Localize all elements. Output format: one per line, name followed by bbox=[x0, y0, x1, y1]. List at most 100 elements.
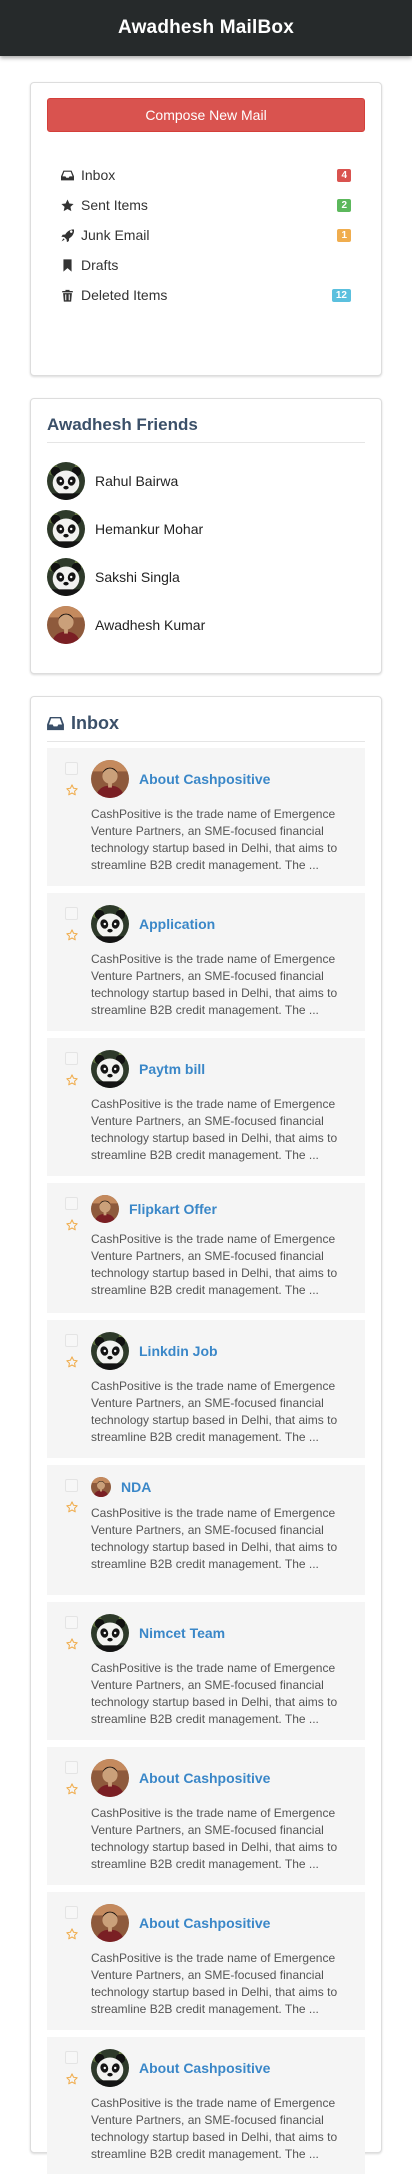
avatar bbox=[47, 462, 85, 500]
star-icon bbox=[61, 198, 81, 212]
count-badge: 1 bbox=[337, 229, 351, 242]
friend-item[interactable]: Rahul Bairwa bbox=[47, 457, 365, 505]
count-badge: 4 bbox=[337, 169, 351, 182]
mail-item[interactable]: About Cashpositive CashPositive is the tr… bbox=[47, 1747, 365, 1885]
friend-item[interactable]: Awadhesh Kumar bbox=[47, 601, 365, 649]
mail-preview: CashPositive is the trade name of Emerge… bbox=[91, 807, 338, 872]
mail-preview: CashPositive is the trade name of Emerge… bbox=[91, 1379, 338, 1444]
mail-subject[interactable]: NDA bbox=[121, 1479, 151, 1495]
mail-header: About Cashpositive bbox=[91, 1759, 341, 1797]
sender-avatar bbox=[91, 905, 129, 943]
sender-avatar bbox=[91, 1614, 129, 1652]
mail-checkbox[interactable] bbox=[65, 1761, 78, 1774]
mail-checkbox[interactable] bbox=[65, 1616, 78, 1629]
mail-preview: CashPositive is the trade name of Emerge… bbox=[91, 1232, 338, 1297]
mail-item[interactable]: NDA CashPositive is the trade name of Eme… bbox=[47, 1465, 365, 1595]
mail-preview: CashPositive is the trade name of Emerge… bbox=[91, 1661, 338, 1726]
sender-avatar bbox=[91, 1904, 129, 1942]
mail-header: Nimcet Team bbox=[91, 1614, 341, 1652]
folder-label: Inbox bbox=[81, 167, 116, 183]
mail-subject[interactable]: Linkdin Job bbox=[139, 1343, 218, 1359]
app-title: Awadhesh MailBox bbox=[118, 17, 294, 38]
mail-checkbox[interactable] bbox=[65, 1906, 78, 1919]
mail-subject[interactable]: About Cashpositive bbox=[139, 1770, 270, 1786]
friends-list: Rahul Bairwa Hemankur Mohar Sakshi Singla A… bbox=[47, 457, 365, 649]
mail-menu-panel: Compose New Mail Inbox 4 Sent Items 2 Junk E… bbox=[30, 82, 382, 376]
sender-avatar bbox=[91, 1759, 129, 1797]
mail-preview: CashPositive is the trade name of Emerge… bbox=[91, 1951, 338, 2016]
star-icon[interactable] bbox=[66, 1356, 78, 1368]
folder-item-sent-items[interactable]: Sent Items 2 bbox=[47, 190, 365, 220]
friends-title: Awadhesh Friends bbox=[47, 415, 365, 443]
sender-avatar bbox=[91, 2049, 129, 2087]
inbox-icon bbox=[61, 169, 81, 182]
mail-item[interactable]: Nimcet Team CashPositive is the trade nam… bbox=[47, 1602, 365, 1740]
rocket-icon bbox=[61, 228, 81, 242]
mail-item[interactable]: About Cashpositive CashPositive is the tr… bbox=[47, 748, 365, 886]
mail-item[interactable]: Application CashPositive is the trade nam… bbox=[47, 893, 365, 1031]
folder-label: Drafts bbox=[81, 257, 119, 273]
mail-header: Paytm bill bbox=[91, 1050, 341, 1088]
star-icon[interactable] bbox=[66, 1783, 78, 1795]
mail-subject[interactable]: Application bbox=[139, 916, 215, 932]
inbox-heading: Inbox bbox=[47, 713, 365, 742]
folder-label: Junk Email bbox=[81, 227, 150, 243]
star-icon[interactable] bbox=[66, 2073, 78, 2085]
star-icon[interactable] bbox=[66, 1928, 78, 1940]
mail-checkbox[interactable] bbox=[65, 1334, 78, 1347]
friend-item[interactable]: Hemankur Mohar bbox=[47, 505, 365, 553]
folder-label: Sent Items bbox=[81, 197, 148, 213]
star-icon[interactable] bbox=[66, 929, 78, 941]
mail-subject[interactable]: About Cashpositive bbox=[139, 1915, 270, 1931]
mail-item[interactable]: Flipkart Offer CashPositive is the trade … bbox=[47, 1183, 365, 1313]
sender-avatar bbox=[91, 1050, 129, 1088]
mail-item[interactable]: Linkdin Job CashPositive is the trade nam… bbox=[47, 1320, 365, 1458]
mail-item[interactable]: About Cashpositive CashPositive is the tr… bbox=[47, 2037, 365, 2174]
mail-checkbox[interactable] bbox=[65, 907, 78, 920]
friends-panel: Awadhesh Friends Rahul Bairwa Hemankur Mo… bbox=[30, 398, 382, 674]
mail-item[interactable]: Paytm bill CashPositive is the trade name… bbox=[47, 1038, 365, 1176]
mail-subject[interactable]: About Cashpositive bbox=[139, 2060, 270, 2076]
folder-list: Inbox 4 Sent Items 2 Junk Email 1 Drafts Delete… bbox=[47, 160, 365, 310]
mail-subject[interactable]: About Cashpositive bbox=[139, 771, 270, 787]
mail-checkbox[interactable] bbox=[65, 1052, 78, 1065]
mail-header: Application bbox=[91, 905, 341, 943]
mail-checkbox[interactable] bbox=[65, 2051, 78, 2064]
compose-button[interactable]: Compose New Mail bbox=[47, 98, 365, 132]
mail-subject[interactable]: Nimcet Team bbox=[139, 1625, 225, 1641]
star-icon[interactable] bbox=[66, 784, 78, 796]
folder-item-inbox[interactable]: Inbox 4 bbox=[47, 160, 365, 190]
sender-avatar bbox=[91, 1332, 129, 1370]
mail-preview: CashPositive is the trade name of Emerge… bbox=[91, 1097, 338, 1162]
trash-icon bbox=[61, 289, 81, 302]
mail-preview: CashPositive is the trade name of Emerge… bbox=[91, 1506, 338, 1571]
bookmark-icon bbox=[61, 258, 81, 272]
avatar bbox=[47, 510, 85, 548]
star-icon[interactable] bbox=[66, 1501, 78, 1513]
friend-name: Hemankur Mohar bbox=[95, 521, 204, 537]
folder-label: Deleted Items bbox=[81, 287, 168, 303]
star-icon[interactable] bbox=[66, 1074, 78, 1086]
sender-avatar bbox=[91, 1477, 111, 1497]
mail-checkbox[interactable] bbox=[65, 1479, 78, 1492]
mail-header: About Cashpositive bbox=[91, 760, 341, 798]
star-icon[interactable] bbox=[66, 1219, 78, 1231]
mail-checkbox[interactable] bbox=[65, 1197, 78, 1210]
mail-header: About Cashpositive bbox=[91, 2049, 341, 2087]
star-icon[interactable] bbox=[66, 1638, 78, 1650]
mail-subject[interactable]: Flipkart Offer bbox=[129, 1201, 217, 1217]
inbox-panel: Inbox About Cashpositive CashPositive is … bbox=[30, 696, 382, 2174]
folder-item-deleted-items[interactable]: Deleted Items 12 bbox=[47, 280, 365, 310]
mail-item[interactable]: About Cashpositive CashPositive is the tr… bbox=[47, 1892, 365, 2030]
folder-item-drafts[interactable]: Drafts bbox=[47, 250, 365, 280]
mail-preview: CashPositive is the trade name of Emerge… bbox=[91, 1806, 338, 1871]
sender-avatar bbox=[91, 760, 129, 798]
mail-subject[interactable]: Paytm bill bbox=[139, 1061, 205, 1077]
count-badge: 2 bbox=[337, 199, 351, 212]
mail-preview: CashPositive is the trade name of Emerge… bbox=[91, 2096, 338, 2161]
inbox-title: Inbox bbox=[71, 713, 119, 733]
friend-name: Rahul Bairwa bbox=[95, 473, 179, 489]
folder-item-junk-email[interactable]: Junk Email 1 bbox=[47, 220, 365, 250]
friend-item[interactable]: Sakshi Singla bbox=[47, 553, 365, 601]
mail-checkbox[interactable] bbox=[65, 762, 78, 775]
